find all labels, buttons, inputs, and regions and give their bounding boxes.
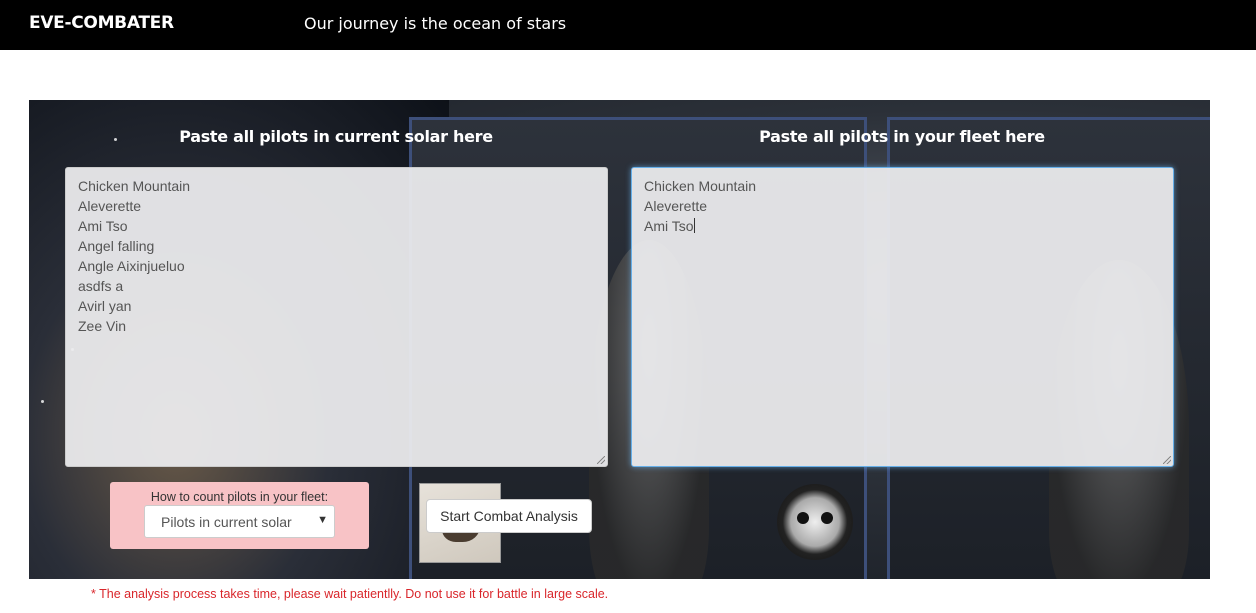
count-mode-panel: How to count pilots in your fleet: Pilot… (110, 482, 369, 549)
pilot-line: Angle Aixinjueluo (78, 258, 185, 274)
pilot-line: Chicken Mountain (644, 178, 757, 194)
emblem-eye (797, 512, 809, 524)
pilot-line: Angel falling (78, 238, 155, 254)
tagline: Our journey is the ocean of stars (304, 14, 567, 33)
pilot-line: asdfs a (78, 278, 124, 294)
analysis-notice: * The analysis process takes time, pleas… (91, 587, 609, 601)
pilot-line: Aleverette (78, 198, 142, 214)
fleet-pilots-title: Paste all pilots in your fleet here (759, 127, 1045, 146)
pilot-line-last: Ami Tso (644, 216, 1161, 236)
resize-handle-icon[interactable] (1163, 456, 1171, 464)
panda-emblem-icon (777, 484, 853, 560)
pilot-line-text: Ami Tso (644, 218, 694, 234)
pilot-line: Aleverette (644, 198, 708, 214)
count-mode-select[interactable]: Pilots in current solar ▼ (144, 505, 335, 538)
dropdown-arrow-icon: ▼ (317, 514, 328, 526)
star (41, 400, 44, 403)
count-mode-label: How to count pilots in your fleet: (150, 490, 329, 504)
pilot-line: Ami Tso (78, 218, 128, 234)
pilot-line: Chicken Mountain (78, 178, 191, 194)
resize-handle-icon[interactable] (597, 456, 605, 464)
solar-pilots-title: Paste all pilots in current solar here (179, 127, 493, 146)
pilot-line: Avirl yan (78, 298, 132, 314)
brand-logo[interactable]: EVE-COMBATER (29, 13, 174, 33)
hero-background: Paste all pilots in current solar here P… (29, 100, 1210, 579)
solar-pilots-textarea[interactable]: Chicken Mountain Aleverette Ami Tso Ange… (65, 167, 608, 467)
pilot-line: Zee Vin (78, 318, 126, 334)
start-combat-analysis-button[interactable]: Start Combat Analysis (426, 499, 592, 533)
text-cursor (693, 218, 695, 233)
emblem-eye (821, 512, 833, 524)
star (114, 138, 117, 141)
fleet-pilots-textarea[interactable]: Chicken Mountain Aleverette Ami Tso (631, 167, 1174, 467)
count-mode-selected-value: Pilots in current solar (161, 514, 292, 530)
top-navbar: EVE-COMBATER Our journey is the ocean of… (0, 0, 1256, 50)
corporation-logo-icon (909, 515, 979, 531)
